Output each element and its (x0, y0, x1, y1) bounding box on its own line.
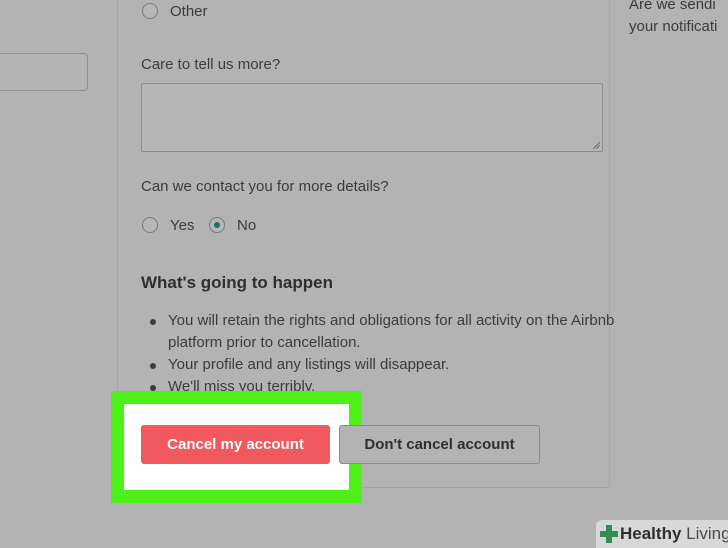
watermark-text: Healthy Living (620, 524, 728, 544)
reason-other-label: Other (170, 3, 208, 20)
list-item: Your profile and any listings will disap… (148, 354, 618, 376)
watermark-bold: Healthy (620, 524, 682, 543)
more-details-textarea[interactable] (141, 83, 603, 152)
more-details-label: Care to tell us more? (141, 56, 281, 73)
health-cross-icon (600, 525, 618, 543)
contact-no-radio[interactable] (209, 217, 225, 233)
sidebar-button[interactable]: t (0, 53, 88, 91)
reason-other-radio[interactable] (142, 3, 158, 19)
section-heading: What's going to happen (141, 273, 333, 292)
consequences-list: You will retain the rights and obligatio… (148, 310, 618, 398)
watermark-light: Living (686, 524, 728, 543)
notification-line-2: your notificati (629, 18, 718, 35)
contact-yes-radio[interactable] (142, 217, 158, 233)
right-divider (609, 0, 610, 488)
resize-grip-icon[interactable] (592, 141, 600, 149)
notification-text: Are we sendi your notificati (629, 0, 717, 38)
contact-yes-label: Yes (170, 217, 195, 234)
contact-question: Can we contact you for more details? (141, 178, 389, 195)
notification-line-1: Are we sendi (629, 0, 716, 13)
cancel-account-button[interactable]: Cancel my account (141, 425, 330, 464)
contact-no-label: No (237, 217, 257, 234)
watermark: Healthy Living (596, 520, 728, 548)
list-item: You will retain the rights and obligatio… (148, 310, 618, 354)
keep-account-button[interactable]: Don't cancel account (339, 425, 540, 464)
